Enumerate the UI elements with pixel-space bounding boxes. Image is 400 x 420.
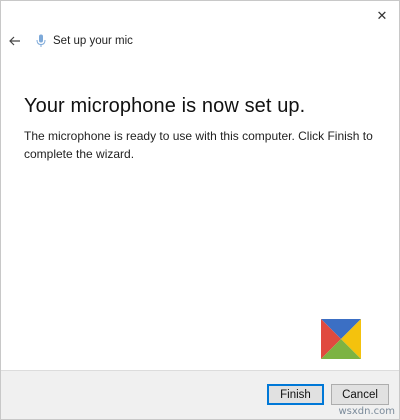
microphone-icon	[35, 33, 47, 49]
close-button[interactable]: ✕	[371, 5, 393, 27]
wizard-footer: Finish Cancel wsxdn.com	[1, 370, 399, 419]
wizard-title: Set up your mic	[53, 35, 133, 47]
wizard-window: ✕ Set up your mic Your microphone is now…	[0, 0, 400, 420]
back-arrow-icon	[9, 36, 20, 46]
close-icon: ✕	[376, 8, 388, 23]
finish-button[interactable]: Finish	[267, 384, 324, 405]
back-button[interactable]	[7, 33, 23, 49]
page-heading: Your microphone is now set up.	[24, 95, 306, 117]
page-description: The microphone is ready to use with this…	[24, 129, 373, 161]
cancel-button[interactable]: Cancel	[331, 384, 389, 405]
wizard-header: Set up your mic	[7, 31, 133, 51]
windows-style-logo-icon	[321, 319, 361, 359]
watermark-text: wsxdn.com	[338, 406, 395, 417]
